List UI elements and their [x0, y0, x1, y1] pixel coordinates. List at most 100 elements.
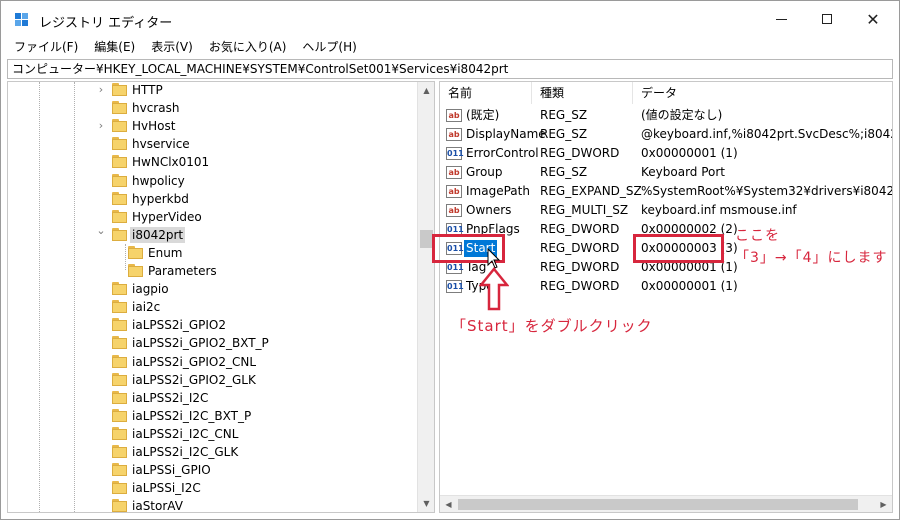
folder-icon: [112, 481, 127, 495]
menu-bar: ファイル(F) 編集(E) 表示(V) お気に入り(A) ヘルプ(H): [1, 37, 899, 57]
folder-icon: [112, 119, 127, 133]
chevron-right-icon[interactable]: ›: [96, 84, 106, 96]
value-row-displayname[interactable]: ab DisplayName REG_SZ @keyboard.inf,%i8042p…: [440, 125, 892, 144]
folder-icon: [112, 336, 127, 350]
close-button[interactable]: ✕: [850, 1, 896, 37]
value-row-owners[interactable]: ab Owners REG_MULTI_SZ keyboard.inf msmouse…: [440, 201, 892, 220]
tree-item-ialpssi-i2c[interactable]: iaLPSSi_I2C: [8, 479, 416, 497]
values-horizontal-scrollbar[interactable]: ◀ ▶: [440, 495, 892, 512]
tree-item-ialpssi-gpio[interactable]: iaLPSSi_GPIO: [8, 461, 416, 479]
column-header-type[interactable]: 種類: [532, 82, 633, 104]
folder-icon: [112, 354, 127, 368]
menu-file[interactable]: ファイル(F): [14, 37, 78, 57]
tree-item-hwnclx0101[interactable]: HwNClx0101: [8, 153, 416, 171]
value-row-errorcontrol[interactable]: 011 ErrorControl REG_DWORD 0x00000001 (1): [440, 144, 892, 163]
tree-item-label: hvcrash: [132, 101, 180, 116]
values-scroll-thumb[interactable]: [458, 499, 858, 510]
folder-icon: [112, 372, 127, 386]
data-highlight-box: [633, 234, 724, 263]
tree-item-iagpio[interactable]: iagpio: [8, 280, 416, 298]
maximize-button[interactable]: [804, 1, 850, 37]
tree-item-ialpss2i-gpio2[interactable]: iaLPSS2i_GPIO2: [8, 316, 416, 334]
string-value-icon: ab: [446, 204, 462, 217]
menu-help[interactable]: ヘルプ(H): [302, 37, 356, 57]
value-data: keyboard.inf msmouse.inf: [641, 203, 797, 217]
minimize-button[interactable]: [758, 1, 804, 37]
value-row-imagepath[interactable]: ab ImagePath REG_EXPAND_SZ %SystemRoot%¥Sys…: [440, 182, 892, 201]
tree-item-hyperkbd[interactable]: hyperkbd: [8, 190, 416, 208]
tree-item-label: HyperVideo: [132, 209, 202, 224]
close-icon: ✕: [866, 9, 880, 29]
tree-item-hvcrash[interactable]: hvcrash: [8, 99, 416, 117]
value-data: 0x00000001 (1): [641, 279, 738, 293]
column-header-name[interactable]: 名前: [440, 82, 532, 104]
tree-item-ialpss2i-gpio2-glk[interactable]: iaLPSS2i_GPIO2_GLK: [8, 371, 416, 389]
tree-item-hwpolicy[interactable]: hwpolicy: [8, 172, 416, 190]
chevron-right-icon[interactable]: ›: [96, 120, 106, 132]
tree-item-ialpss2i-i2c-glk[interactable]: iaLPSS2i_I2C_GLK: [8, 443, 416, 461]
value-row-group[interactable]: ab Group REG_SZ Keyboard Port: [440, 163, 892, 182]
string-value-icon: ab: [446, 128, 462, 141]
menu-view[interactable]: 表示(V): [151, 37, 193, 57]
address-bar[interactable]: コンピューター¥HKEY_LOCAL_MACHINE¥SYSTEM¥Contro…: [7, 59, 893, 79]
tree-item-iai2c[interactable]: iai2c: [8, 298, 416, 316]
scroll-right-icon[interactable]: ▶: [875, 496, 892, 512]
minimize-icon: [775, 18, 787, 20]
scroll-left-icon[interactable]: ◀: [440, 496, 457, 512]
tree-item-label: iai2c: [132, 300, 161, 315]
tree-item-ialpss2i-gpio2-bxt-p[interactable]: iaLPSS2i_GPIO2_BXT_P: [8, 334, 416, 352]
tree-item-hypervideo[interactable]: HyperVideo: [8, 208, 416, 226]
menu-edit[interactable]: 編集(E): [94, 37, 135, 57]
tree-item-label: hwpolicy: [132, 173, 185, 188]
tree-item-label: iaLPSS2i_GPIO2_BXT_P: [132, 336, 269, 351]
tree-item-i8042prt[interactable]: ⌄ i8042prt: [8, 224, 416, 244]
up-arrow-icon: [479, 267, 509, 311]
value-name: DisplayName: [466, 127, 546, 141]
folder-icon: [112, 463, 127, 477]
tree-vertical-scrollbar[interactable]: ▲ ▼: [417, 82, 434, 512]
tree-item-label: iaLPSS2i_I2C_GLK: [132, 445, 239, 459]
tree-item-ialpss2i-i2c[interactable]: iaLPSS2i_I2C: [8, 389, 416, 407]
tree-item-ialpss2i-gpio2-cnl[interactable]: iaLPSS2i_GPIO2_CNL: [8, 353, 416, 371]
value-name: Group: [466, 165, 503, 179]
chevron-down-icon[interactable]: ⌄: [96, 224, 106, 237]
folder-icon: [112, 83, 127, 96]
value-type: REG_DWORD: [540, 222, 620, 236]
scroll-up-icon[interactable]: ▲: [418, 82, 434, 99]
value-type: REG_SZ: [540, 108, 588, 122]
column-header-data[interactable]: データ: [633, 82, 892, 104]
value-row-[interactable]: ab (既定) REG_SZ (値の設定なし): [440, 106, 892, 125]
value-name: ErrorControl: [466, 146, 539, 160]
folder-icon: [112, 173, 127, 187]
tree-item-parameters[interactable]: Parameters: [8, 262, 416, 280]
folder-icon: [112, 155, 127, 169]
tree-item-iastorav[interactable]: iaStorAV: [8, 497, 416, 513]
value-data: %SystemRoot%¥System32¥drivers¥i8042prt.s…: [641, 184, 892, 198]
folder-icon: [112, 209, 127, 223]
tree-item-label: iaLPSS2i_I2C_BXT_P: [132, 408, 252, 423]
tree-item-hvhost[interactable]: › HvHost: [8, 117, 416, 135]
tree-item-label: iaLPSS2i_I2C_CNL: [132, 426, 239, 441]
tree-item-label: i8042prt: [130, 226, 186, 243]
tree-item-label: HwNClx0101: [132, 155, 210, 170]
change-instruction-line2: 「3」→「4」にします: [735, 250, 888, 266]
menu-favorites[interactable]: お気に入り(A): [209, 37, 287, 57]
folder-icon: [112, 227, 127, 241]
scroll-down-icon[interactable]: ▼: [418, 495, 434, 512]
tree-item-label: Enum: [148, 245, 183, 260]
tree-item-label: iaStorAV: [132, 499, 183, 513]
tree-item-ialpss2i-i2c-bxt-p[interactable]: iaLPSS2i_I2C_BXT_P: [8, 407, 416, 425]
tree-item-label: iaLPSS2i_I2C: [132, 390, 209, 405]
key-tree-pane[interactable]: ▲ ▼ › HTTP hvcrash › HvHost hvservice HwNClx01…: [7, 81, 435, 513]
tree-item-hvservice[interactable]: hvservice: [8, 135, 416, 153]
window-title: レジストリ エディター: [39, 16, 173, 31]
tree-item-label: Parameters: [148, 264, 217, 278]
tree-item-enum[interactable]: Enum: [8, 244, 416, 262]
folder-icon: [112, 300, 127, 314]
tree-item-http[interactable]: › HTTP: [8, 82, 416, 99]
tree-item-ialpss2i-i2c-cnl[interactable]: iaLPSS2i_I2C_CNL: [8, 425, 416, 443]
tree-item-label: hyperkbd: [132, 191, 189, 206]
folder-icon: [112, 499, 127, 512]
value-data: Keyboard Port: [641, 165, 726, 179]
string-value-icon: ab: [446, 185, 462, 198]
